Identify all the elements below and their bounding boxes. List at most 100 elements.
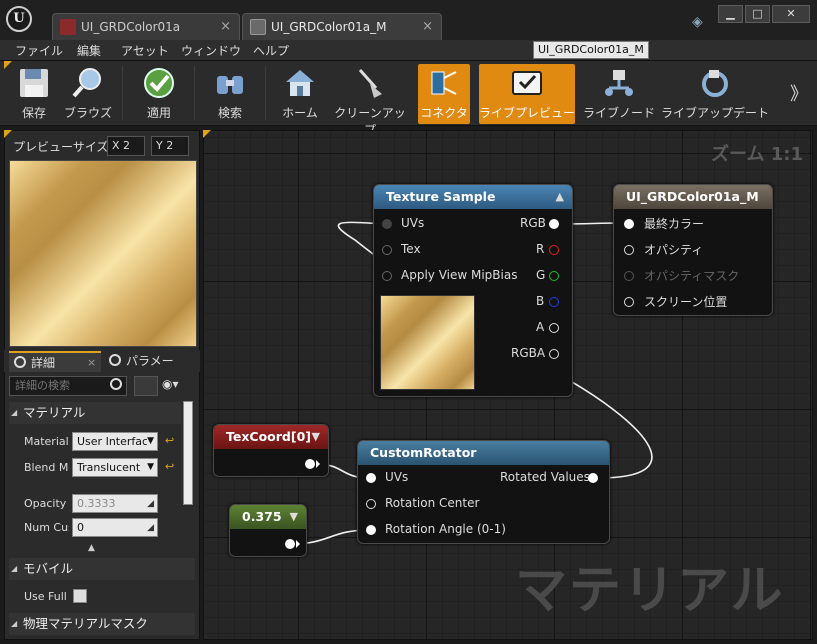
browse-button[interactable]: ブラウズ: [62, 64, 114, 124]
pin-rgb-output[interactable]: [549, 219, 559, 229]
preview-size-y-field[interactable]: Y 2: [151, 136, 189, 156]
tab-details-close-icon[interactable]: ×: [87, 353, 96, 373]
pin-a-output[interactable]: [549, 323, 559, 333]
zoom-level: ズーム 1:1: [711, 144, 803, 165]
pin-uvs-input[interactable]: [382, 219, 392, 229]
live-preview-button[interactable]: ライブプレビュー: [479, 64, 575, 124]
tab-texture-close-icon[interactable]: ×: [220, 14, 231, 40]
prop-opacity-label: Opacity I: [24, 497, 69, 510]
pin-rotation-angle-input[interactable]: [366, 525, 376, 535]
material-domain-dropdown[interactable]: User Interfac: [72, 432, 158, 451]
preview-size-y-label: Y: [156, 139, 163, 152]
pin-g-label: G: [536, 268, 546, 282]
tab-texture[interactable]: UI_GRDColor01a ×: [52, 13, 240, 40]
material-result-header[interactable]: UI_GRDColor01a_M: [614, 185, 772, 209]
prop-blend-mode-label: Blend Mo: [24, 461, 69, 474]
pin-rgba-output[interactable]: [549, 349, 559, 359]
pin-rotator-uvs-label: UVs: [385, 470, 409, 484]
reset-to-default-icon[interactable]: ↩: [165, 460, 174, 473]
search-button[interactable]: 検索: [204, 64, 256, 124]
tab-parameters[interactable]: パラメー: [104, 351, 196, 372]
collapse-arrow-icon[interactable]: ▼: [312, 425, 320, 448]
parameters-tab-icon: [109, 354, 121, 366]
pin-rotator-uvs-input[interactable]: [366, 473, 376, 483]
menu-asset[interactable]: アセット: [121, 42, 169, 59]
constant-header[interactable]: 0.375 ▼: [230, 505, 306, 529]
pin-constant-output[interactable]: [285, 539, 295, 549]
live-node-label: ライブノード: [583, 106, 656, 120]
unreal-logo-icon: U: [6, 6, 32, 32]
minimize-button[interactable]: ▁: [718, 5, 743, 23]
opacity-input[interactable]: 0.3333: [72, 494, 158, 513]
home-button[interactable]: ホーム: [274, 64, 326, 124]
pin-g-output[interactable]: [549, 271, 559, 281]
search-icon[interactable]: [110, 378, 122, 390]
menu-edit[interactable]: 編集: [77, 42, 101, 59]
view-options-grid-icon[interactable]: [134, 376, 158, 396]
menu-file[interactable]: ファイル: [15, 42, 63, 59]
live-preview-icon: [512, 71, 542, 95]
pin-screen-position-input[interactable]: [624, 297, 634, 307]
material-result-title: UI_GRDColor01a_M: [626, 189, 759, 204]
tab-material[interactable]: UI_GRDColor01a_M ×: [242, 13, 442, 40]
pin-rgb-label: RGB: [520, 216, 546, 230]
toolbar-separator: [265, 66, 266, 120]
num-customized-uvs-input[interactable]: 0: [72, 518, 158, 537]
pin-final-color-label: 最終カラー: [644, 217, 705, 231]
browse-icon: [72, 68, 101, 98]
section-mobile[interactable]: モバイル: [9, 558, 195, 580]
save-button[interactable]: 保存: [8, 64, 60, 124]
cleanup-button[interactable]: クリーンアップ: [330, 64, 410, 137]
collapse-arrow-icon[interactable]: ▲: [556, 185, 564, 208]
use-full-precision-checkbox[interactable]: [73, 589, 87, 603]
live-update-button[interactable]: ライブアップデート: [660, 64, 770, 124]
tab-material-close-icon[interactable]: ×: [422, 14, 433, 40]
custom-rotator-title: CustomRotator: [370, 445, 477, 460]
close-window-button[interactable]: ✕: [772, 5, 810, 23]
texture-sample-header[interactable]: Texture Sample ▲: [374, 185, 572, 209]
pin-rotated-values-output[interactable]: [588, 473, 598, 483]
save-icon: [20, 69, 48, 97]
pin-texcoord-output[interactable]: [305, 459, 315, 469]
live-node-button[interactable]: ライブノード: [583, 64, 655, 124]
pin-rotation-center-label: Rotation Center: [385, 496, 480, 510]
pin-tex-input[interactable]: [382, 245, 392, 255]
connector-button[interactable]: コネクタ: [418, 64, 470, 124]
custom-rotator-header[interactable]: CustomRotator: [358, 441, 609, 465]
section-physical-material-mask[interactable]: 物理マテリアルマスク: [9, 613, 195, 635]
collapse-arrow-icon[interactable]: ▼: [290, 505, 298, 528]
advanced-collapse-icon[interactable]: ▲: [88, 543, 95, 553]
tab-texture-label: UI_GRDColor01a: [81, 20, 181, 34]
tab-details[interactable]: 詳細 ×: [9, 351, 101, 372]
pin-b-output[interactable]: [549, 297, 559, 307]
details-scrollbar[interactable]: [183, 401, 193, 505]
toolbar-overflow-icon[interactable]: 》: [790, 80, 808, 106]
pin-opacity-mask-input[interactable]: [624, 271, 634, 281]
details-search-input[interactable]: 詳細の検索: [9, 376, 127, 396]
apply-button[interactable]: 適用: [133, 64, 185, 124]
maximize-button[interactable]: □: [745, 5, 770, 23]
texture-sample-thumbnail: [380, 295, 475, 390]
pin-opacity-input[interactable]: [624, 245, 634, 255]
feedback-icon[interactable]: ◈: [692, 14, 703, 30]
menu-window[interactable]: ウィンドウ: [181, 42, 241, 59]
prop-use-full-precision-label: Use Full: [24, 590, 67, 603]
constant-node[interactable]: 0.375 ▼: [229, 504, 307, 557]
texcoord-node[interactable]: TexCoord[0] ▼: [213, 424, 329, 477]
preview-size-x-field[interactable]: X 2: [107, 136, 145, 156]
prop-material-domain-label: Material: [24, 435, 69, 448]
live-node-icon: [605, 70, 633, 96]
section-material[interactable]: マテリアル: [9, 402, 181, 424]
pin-rotation-center-input[interactable]: [366, 499, 376, 509]
blend-mode-dropdown[interactable]: Translucent: [72, 458, 158, 477]
menu-help[interactable]: ヘルプ: [253, 42, 289, 59]
pin-r-output[interactable]: [549, 245, 559, 255]
pin-mipbias-input[interactable]: [382, 271, 392, 281]
preview-size-x-label: X: [112, 139, 120, 152]
details-tab-icon: [14, 356, 26, 368]
pin-final-color-input[interactable]: [624, 219, 634, 229]
visibility-eye-icon[interactable]: ◉▾: [162, 377, 179, 391]
reset-to-default-icon[interactable]: ↩: [165, 434, 174, 447]
texcoord-header[interactable]: TexCoord[0] ▼: [214, 425, 328, 449]
cleanup-icon: [358, 69, 382, 98]
